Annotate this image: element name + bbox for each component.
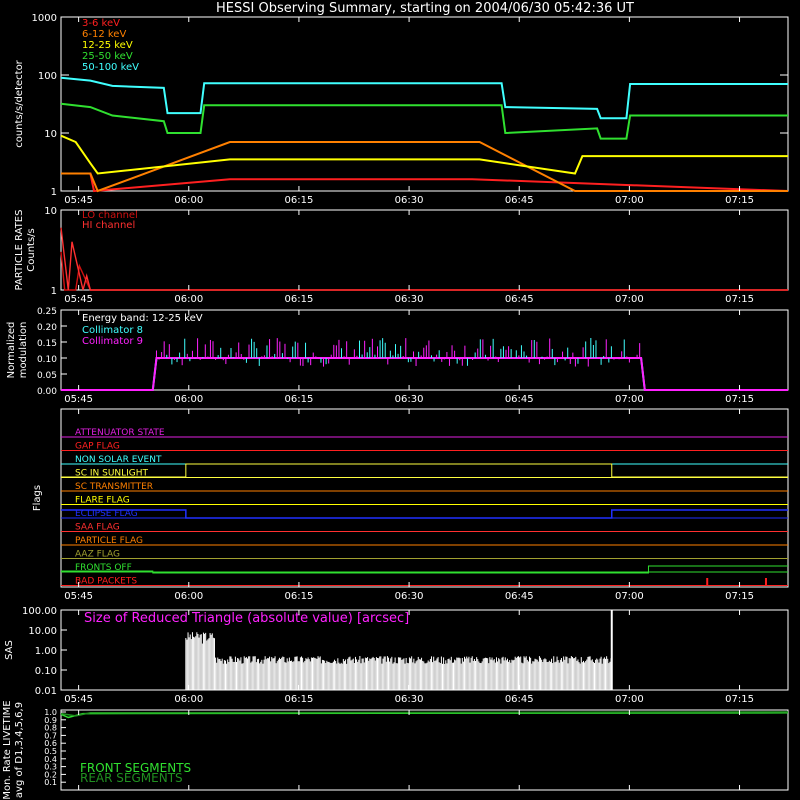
livetime-ytick-label: 0.5 [44, 747, 57, 756]
particle-xtick-label: 05:45 [64, 294, 93, 305]
counts-legend-entry: 12-25 keV [82, 40, 133, 51]
modulation-xtick-label: 06:00 [174, 394, 203, 405]
hessi-summary-chart: HESSI Observing Summary, starting on 200… [2, 1, 789, 800]
livetime-ytick-label: 0.1 [44, 778, 57, 787]
sas-ytick-label: 10.00 [28, 626, 57, 637]
sas-xtick-label: 05:45 [64, 694, 93, 705]
sas-xtick-label: 07:00 [615, 694, 644, 705]
sas-xtick-label: 06:15 [285, 694, 314, 705]
counts-legend-entry: 3-6 keV [82, 18, 120, 29]
modulation-xtick-label: 06:30 [395, 394, 424, 405]
sas-xtick-label: 06:45 [505, 694, 534, 705]
modulation-series-line [61, 357, 788, 391]
modulation-xtick-label: 05:45 [64, 394, 93, 405]
counts-xtick-label: 06:45 [505, 195, 534, 206]
modulation-xtick-label: 06:15 [285, 394, 314, 405]
modulation-xtick-label: 07:15 [725, 394, 754, 405]
livetime-ytick-label: 0.4 [44, 755, 57, 764]
particle-xtick-label: 06:15 [285, 294, 314, 305]
sas-ytick-label: 100.00 [22, 606, 57, 617]
counts-xtick-label: 07:15 [725, 195, 754, 206]
modulation-ytick-label: 0.20 [37, 323, 57, 333]
particle-xtick-label: 06:30 [395, 294, 424, 305]
modulation-xtick-label: 07:00 [615, 394, 644, 405]
sas-ytick-label: 0.01 [35, 686, 57, 697]
flags-xtick-label: 07:15 [725, 591, 754, 602]
particle-legend-entry: HI channel [82, 220, 135, 231]
sas-xtick-label: 06:30 [395, 694, 424, 705]
counts-ytick-label: 10 [44, 129, 57, 140]
livetime-series-line [60, 712, 789, 719]
modulation-ytick-label: 0.05 [37, 371, 57, 381]
particle-xtick-label: 07:15 [725, 294, 754, 305]
particle-panel-frame [60, 209, 789, 291]
livetime-ytick-label: 0.2 [44, 770, 57, 779]
livetime-ytick-label: 0.8 [44, 724, 57, 733]
livetime-ylabel-2: avg of D1,3,4,5,6,9 [14, 702, 25, 798]
sas-xtick-label: 06:00 [174, 694, 203, 705]
particle-ylabel: PARTICLE RATES [14, 210, 25, 291]
modulation-xtick-label: 06:45 [505, 394, 534, 405]
counts-series-line [61, 172, 789, 193]
livetime-ytick-label: 0.3 [44, 763, 57, 772]
modulation-ylabel-2: modulation [18, 322, 29, 379]
particle-xtick-label: 07:00 [615, 294, 644, 305]
particle-series-line [60, 227, 788, 291]
counts-ytick-label: 1000 [32, 13, 57, 24]
modulation-legend-entry: Collimator 8 [82, 325, 143, 336]
flags-xtick-label: 06:15 [285, 591, 314, 602]
livetime-ytick-label: 1.0 [44, 708, 57, 717]
eclipse-level [61, 509, 788, 519]
counts-xtick-label: 06:00 [174, 195, 203, 206]
counts-legend-entry: 50-100 keV [82, 62, 139, 73]
counts-ytick-label: 1 [51, 187, 57, 198]
particle-series-line [60, 251, 788, 291]
livetime-ylabel-1: Mon. Rate LIVETIME [2, 700, 13, 799]
counts-xtick-label: 06:15 [285, 195, 314, 206]
particle-xtick-label: 06:45 [505, 294, 534, 305]
flags-xtick-label: 06:00 [174, 591, 203, 602]
flags-xtick-label: 07:00 [615, 591, 644, 602]
counts-xtick-label: 06:30 [395, 195, 424, 206]
counts-xtick-label: 05:45 [64, 195, 93, 206]
flags-ylabel: Flags [32, 485, 43, 511]
counts-xtick-label: 07:00 [615, 195, 644, 206]
modulation-annotation: Energy band: 12-25 keV [82, 313, 203, 324]
counts-ylabel: counts/s/detector [14, 59, 25, 147]
counts-legend-entry: 25-50 keV [82, 51, 133, 62]
livetime-ytick-label: 0.9 [44, 716, 57, 725]
flags-panel-frame [60, 408, 789, 588]
sas-xtick-label: 07:15 [725, 694, 754, 705]
counts-series-line [60, 76, 788, 120]
modulation-ylabel: Normalized [6, 322, 17, 379]
sas-annotation: Size of Reduced Triangle (absolute value… [84, 611, 409, 626]
sunlight-level [61, 463, 788, 478]
chart-title: HESSI Observing Summary, starting on 200… [216, 1, 634, 16]
hessi-summary-figure: HESSI Observing Summary, starting on 200… [0, 0, 800, 800]
modulation-legend-entry: Collimator 9 [82, 336, 143, 347]
sas-ylabel: SAS [4, 640, 15, 660]
counts-legend-entry: 6-12 keV [82, 29, 126, 40]
counts-ytick-label: 100 [38, 71, 57, 82]
modulation-series-line [61, 357, 788, 391]
flags-xtick-label: 06:30 [395, 591, 424, 602]
particle-xtick-label: 06:00 [174, 294, 203, 305]
particle-ytick-label: 1 [51, 286, 57, 297]
livetime-legend-entry: REAR SEGMENTS [80, 771, 183, 785]
particle-ylabel-unit: Counts/s [26, 228, 37, 272]
modulation-ytick-label: 0.00 [37, 387, 57, 397]
flags-xtick-label: 06:45 [505, 591, 534, 602]
particle-ytick-label: 10 [44, 206, 57, 217]
modulation-ytick-label: 0.15 [37, 339, 57, 349]
sas-ytick-label: 0.10 [35, 666, 57, 677]
sas-ytick-label: 1.00 [35, 646, 57, 657]
counts-series-line [60, 102, 788, 140]
modulation-ytick-label: 0.10 [37, 355, 57, 365]
livetime-ytick-label: 0.7 [44, 731, 57, 740]
livetime-ytick-label: 0.6 [44, 739, 57, 748]
flags-xtick-label: 05:45 [64, 591, 93, 602]
modulation-ytick-label: 0.25 [37, 307, 57, 317]
